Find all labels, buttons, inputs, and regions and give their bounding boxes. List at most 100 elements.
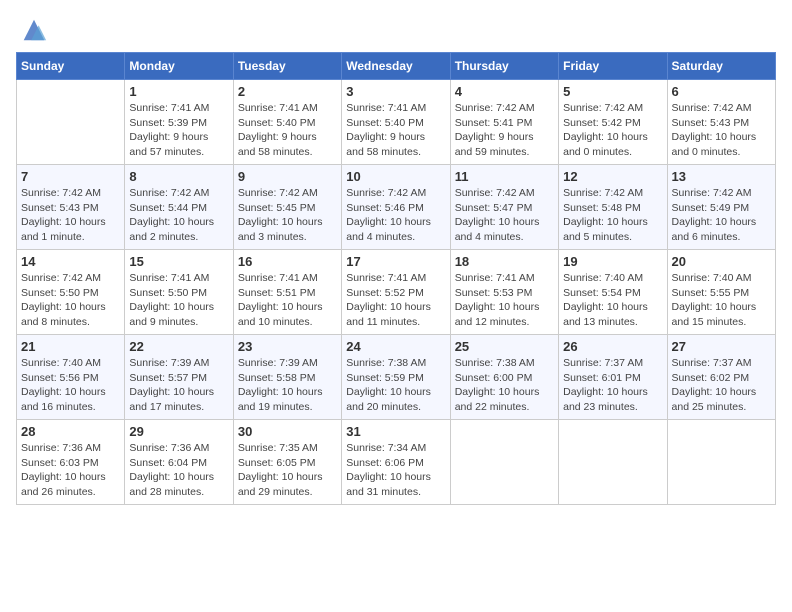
calendar-cell: 25 Sunrise: 7:38 AM Sunset: 6:00 PM Dayli…: [450, 335, 558, 420]
calendar-week-3: 14 Sunrise: 7:42 AM Sunset: 5:50 PM Dayli…: [17, 250, 776, 335]
calendar-cell: 31 Sunrise: 7:34 AM Sunset: 6:06 PM Dayli…: [342, 420, 450, 505]
day-number: 25: [455, 339, 554, 354]
day-info: Sunrise: 7:42 AM Sunset: 5:49 PM Dayligh…: [672, 186, 771, 245]
calendar-cell: 28 Sunrise: 7:36 AM Sunset: 6:03 PM Dayli…: [17, 420, 125, 505]
day-info: Sunrise: 7:42 AM Sunset: 5:42 PM Dayligh…: [563, 101, 662, 160]
calendar-cell: 13 Sunrise: 7:42 AM Sunset: 5:49 PM Dayli…: [667, 165, 775, 250]
day-info: Sunrise: 7:42 AM Sunset: 5:43 PM Dayligh…: [672, 101, 771, 160]
day-info: Sunrise: 7:39 AM Sunset: 5:57 PM Dayligh…: [129, 356, 228, 415]
calendar-cell: 20 Sunrise: 7:40 AM Sunset: 5:55 PM Dayli…: [667, 250, 775, 335]
calendar-cell: [17, 80, 125, 165]
day-info: Sunrise: 7:42 AM Sunset: 5:41 PM Dayligh…: [455, 101, 554, 160]
day-info: Sunrise: 7:42 AM Sunset: 5:48 PM Dayligh…: [563, 186, 662, 245]
day-number: 12: [563, 169, 662, 184]
calendar-cell: 6 Sunrise: 7:42 AM Sunset: 5:43 PM Daylig…: [667, 80, 775, 165]
day-header-thursday: Thursday: [450, 53, 558, 80]
day-number: 10: [346, 169, 445, 184]
calendar-cell: 1 Sunrise: 7:41 AM Sunset: 5:39 PM Daylig…: [125, 80, 233, 165]
day-info: Sunrise: 7:42 AM Sunset: 5:43 PM Dayligh…: [21, 186, 120, 245]
day-number: 31: [346, 424, 445, 439]
day-header-sunday: Sunday: [17, 53, 125, 80]
day-info: Sunrise: 7:42 AM Sunset: 5:50 PM Dayligh…: [21, 271, 120, 330]
day-info: Sunrise: 7:41 AM Sunset: 5:53 PM Dayligh…: [455, 271, 554, 330]
calendar-cell: 19 Sunrise: 7:40 AM Sunset: 5:54 PM Dayli…: [559, 250, 667, 335]
day-number: 17: [346, 254, 445, 269]
calendar-cell: 9 Sunrise: 7:42 AM Sunset: 5:45 PM Daylig…: [233, 165, 341, 250]
calendar-cell: 24 Sunrise: 7:38 AM Sunset: 5:59 PM Dayli…: [342, 335, 450, 420]
day-info: Sunrise: 7:42 AM Sunset: 5:46 PM Dayligh…: [346, 186, 445, 245]
day-number: 8: [129, 169, 228, 184]
page-header: [16, 16, 776, 44]
calendar-cell: [667, 420, 775, 505]
day-info: Sunrise: 7:36 AM Sunset: 6:03 PM Dayligh…: [21, 441, 120, 500]
day-info: Sunrise: 7:37 AM Sunset: 6:01 PM Dayligh…: [563, 356, 662, 415]
day-number: 27: [672, 339, 771, 354]
calendar-cell: 15 Sunrise: 7:41 AM Sunset: 5:50 PM Dayli…: [125, 250, 233, 335]
day-number: 29: [129, 424, 228, 439]
day-number: 30: [238, 424, 337, 439]
day-number: 20: [672, 254, 771, 269]
day-header-friday: Friday: [559, 53, 667, 80]
day-number: 19: [563, 254, 662, 269]
day-info: Sunrise: 7:40 AM Sunset: 5:55 PM Dayligh…: [672, 271, 771, 330]
day-info: Sunrise: 7:41 AM Sunset: 5:40 PM Dayligh…: [346, 101, 445, 160]
day-number: 23: [238, 339, 337, 354]
calendar-cell: 2 Sunrise: 7:41 AM Sunset: 5:40 PM Daylig…: [233, 80, 341, 165]
day-number: 18: [455, 254, 554, 269]
day-info: Sunrise: 7:35 AM Sunset: 6:05 PM Dayligh…: [238, 441, 337, 500]
calendar-cell: 10 Sunrise: 7:42 AM Sunset: 5:46 PM Dayli…: [342, 165, 450, 250]
day-number: 15: [129, 254, 228, 269]
logo-icon: [20, 16, 48, 44]
day-info: Sunrise: 7:40 AM Sunset: 5:54 PM Dayligh…: [563, 271, 662, 330]
calendar-cell: 22 Sunrise: 7:39 AM Sunset: 5:57 PM Dayli…: [125, 335, 233, 420]
calendar-cell: 14 Sunrise: 7:42 AM Sunset: 5:50 PM Dayli…: [17, 250, 125, 335]
calendar-cell: 11 Sunrise: 7:42 AM Sunset: 5:47 PM Dayli…: [450, 165, 558, 250]
day-header-saturday: Saturday: [667, 53, 775, 80]
calendar-cell: 5 Sunrise: 7:42 AM Sunset: 5:42 PM Daylig…: [559, 80, 667, 165]
day-info: Sunrise: 7:42 AM Sunset: 5:44 PM Dayligh…: [129, 186, 228, 245]
calendar-table: SundayMondayTuesdayWednesdayThursdayFrid…: [16, 52, 776, 505]
day-number: 9: [238, 169, 337, 184]
day-number: 24: [346, 339, 445, 354]
calendar-cell: 3 Sunrise: 7:41 AM Sunset: 5:40 PM Daylig…: [342, 80, 450, 165]
day-number: 28: [21, 424, 120, 439]
day-info: Sunrise: 7:36 AM Sunset: 6:04 PM Dayligh…: [129, 441, 228, 500]
day-header-wednesday: Wednesday: [342, 53, 450, 80]
calendar-cell: 16Sunrise: 7:41 AM Sunset: 5:51 PM Dayli…: [233, 250, 341, 335]
day-header-tuesday: Tuesday: [233, 53, 341, 80]
calendar-week-4: 21Sunrise: 7:40 AM Sunset: 5:56 PM Dayli…: [17, 335, 776, 420]
day-number: 14: [21, 254, 120, 269]
calendar-week-5: 28 Sunrise: 7:36 AM Sunset: 6:03 PM Dayli…: [17, 420, 776, 505]
day-info: Sunrise: 7:42 AM Sunset: 5:45 PM Dayligh…: [238, 186, 337, 245]
day-number: 11: [455, 169, 554, 184]
day-number: 21: [21, 339, 120, 354]
calendar-cell: 17Sunrise: 7:41 AM Sunset: 5:52 PM Dayli…: [342, 250, 450, 335]
calendar-cell: 18 Sunrise: 7:41 AM Sunset: 5:53 PM Dayli…: [450, 250, 558, 335]
day-info: Sunrise: 7:34 AM Sunset: 6:06 PM Dayligh…: [346, 441, 445, 500]
day-info: Sunrise: 7:41 AM Sunset: 5:51 PM Dayligh…: [238, 271, 337, 330]
calendar-cell: 21Sunrise: 7:40 AM Sunset: 5:56 PM Dayli…: [17, 335, 125, 420]
calendar-week-1: 1 Sunrise: 7:41 AM Sunset: 5:39 PM Daylig…: [17, 80, 776, 165]
calendar-cell: [450, 420, 558, 505]
calendar-cell: 4Sunrise: 7:42 AM Sunset: 5:41 PM Daylig…: [450, 80, 558, 165]
calendar-cell: [559, 420, 667, 505]
day-info: Sunrise: 7:38 AM Sunset: 5:59 PM Dayligh…: [346, 356, 445, 415]
day-number: 22: [129, 339, 228, 354]
day-info: Sunrise: 7:41 AM Sunset: 5:39 PM Dayligh…: [129, 101, 228, 160]
day-number: 6: [672, 84, 771, 99]
day-number: 13: [672, 169, 771, 184]
day-number: 1: [129, 84, 228, 99]
day-info: Sunrise: 7:41 AM Sunset: 5:40 PM Dayligh…: [238, 101, 337, 160]
day-info: Sunrise: 7:41 AM Sunset: 5:50 PM Dayligh…: [129, 271, 228, 330]
day-info: Sunrise: 7:42 AM Sunset: 5:47 PM Dayligh…: [455, 186, 554, 245]
day-number: 5: [563, 84, 662, 99]
calendar-cell: 8 Sunrise: 7:42 AM Sunset: 5:44 PM Daylig…: [125, 165, 233, 250]
calendar-cell: 26 Sunrise: 7:37 AM Sunset: 6:01 PM Dayli…: [559, 335, 667, 420]
day-number: 3: [346, 84, 445, 99]
day-info: Sunrise: 7:38 AM Sunset: 6:00 PM Dayligh…: [455, 356, 554, 415]
day-number: 26: [563, 339, 662, 354]
day-number: 2: [238, 84, 337, 99]
calendar-cell: 30 Sunrise: 7:35 AM Sunset: 6:05 PM Dayli…: [233, 420, 341, 505]
calendar-cell: 12 Sunrise: 7:42 AM Sunset: 5:48 PM Dayli…: [559, 165, 667, 250]
day-info: Sunrise: 7:37 AM Sunset: 6:02 PM Dayligh…: [672, 356, 771, 415]
